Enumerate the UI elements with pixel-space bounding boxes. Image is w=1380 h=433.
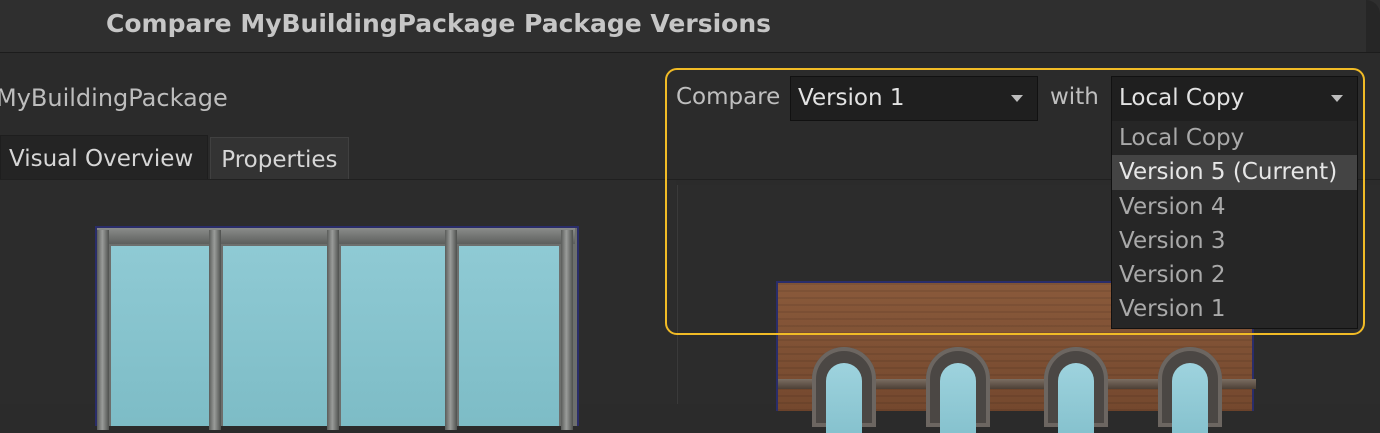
dropdown-option-version-3[interactable]: Version 3 (1112, 224, 1357, 258)
tab-bar: Visual Overview Properties (0, 135, 349, 181)
window-title: Compare MyBuildingPackage Package Versio… (106, 9, 772, 38)
mullion (209, 230, 221, 430)
dropdown-option-local-copy[interactable]: Local Copy (1112, 121, 1357, 155)
dropdown-option-version-2[interactable]: Version 2 (1112, 258, 1357, 292)
arch-glass (940, 363, 976, 433)
chevron-down-icon (1331, 95, 1343, 102)
mullion (97, 230, 109, 430)
arch-glass (826, 363, 862, 433)
right-version-value: Local Copy (1119, 85, 1245, 111)
mullion (445, 230, 457, 430)
left-version-value: Version 1 (798, 85, 905, 111)
glass-pane (459, 246, 559, 426)
arched-window (926, 347, 990, 433)
with-label: with (1050, 84, 1099, 110)
arched-window (1044, 347, 1108, 433)
mullion (327, 230, 339, 430)
version-dropdown-list: Local Copy Version 5 (Current) Version 4… (1111, 121, 1358, 329)
tab-visual-overview[interactable]: Visual Overview (0, 135, 209, 181)
dropdown-option-version-4[interactable]: Version 4 (1112, 190, 1357, 224)
glass-pane (341, 246, 445, 426)
tab-properties[interactable]: Properties (210, 137, 349, 181)
arch-glass (1058, 363, 1094, 433)
glass-building-model[interactable] (95, 226, 579, 430)
chevron-down-icon (1011, 95, 1023, 102)
dropdown-option-version-5[interactable]: Version 5 (Current) (1112, 155, 1357, 190)
title-bar: Compare MyBuildingPackage Package Versio… (0, 0, 1380, 53)
compare-label: Compare (676, 84, 781, 110)
left-version-select[interactable]: Version 1 (790, 76, 1038, 121)
arch-glass (1172, 363, 1208, 433)
arched-window (1158, 347, 1222, 433)
right-version-select[interactable]: Local Copy (1111, 76, 1358, 121)
mullion (561, 230, 573, 430)
dropdown-option-version-1[interactable]: Version 1 (1112, 292, 1357, 326)
arched-window (812, 347, 876, 433)
glass-pane (111, 246, 209, 426)
package-name: MyBuildingPackage (0, 84, 228, 112)
glass-pane (223, 246, 327, 426)
window-corner (1366, 0, 1380, 52)
